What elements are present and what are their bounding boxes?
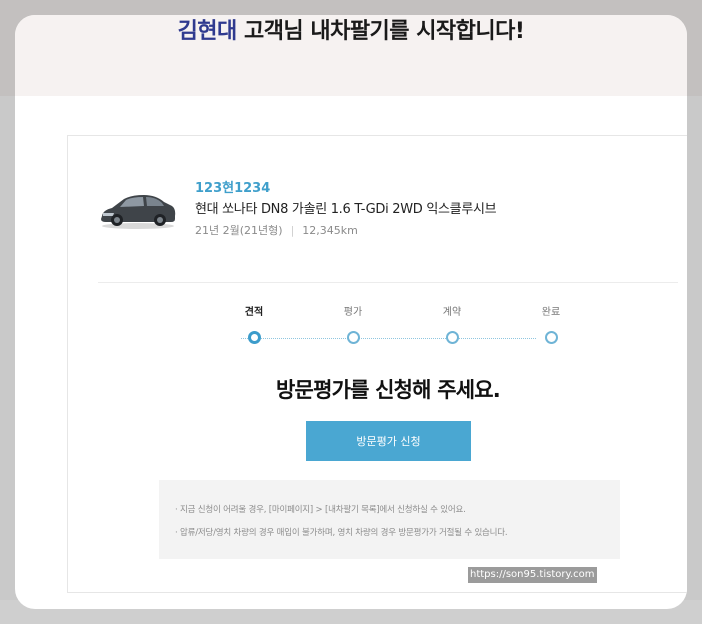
progress-steps: 견적 평가 계약 완료 (68, 306, 687, 346)
sell-car-panel: 123현1234 현대 쏘나타 DN8 가솔린 1.6 T-GDi 2WD 익스… (67, 135, 687, 593)
notice-line: · 지금 신청이 어려울 경우, [마이페이지] > [내차팔기 목록]에서 신… (175, 505, 466, 515)
vehicle-mileage: 12,345km (302, 224, 358, 237)
meta-separator: | (290, 224, 295, 237)
vehicle-year: 21년 2월(21년형) (195, 224, 283, 237)
hero-title: 김현대 고객님 내차팔기를 시작합니다! (15, 15, 687, 45)
steps-connector-line (241, 338, 536, 339)
step-contract: 계약 (422, 306, 482, 344)
step-evaluation: 평가 (323, 306, 383, 344)
step-label: 완료 (541, 307, 561, 318)
step-label: 견적 (244, 307, 264, 318)
notice-line: · 압류/저당/영치 차량의 경우 매입이 불가하며, 영치 차량의 경우 방문… (175, 528, 508, 538)
vehicle-plate: 123현1234 (195, 181, 271, 196)
divider (98, 282, 678, 283)
step-dot-icon (247, 331, 261, 344)
step-label: 계약 (442, 307, 462, 318)
step-complete: 완료 (521, 306, 581, 344)
hero-title-text: 고객님 내차팔기를 시작합니다! (236, 19, 525, 44)
apply-visit-evaluation-button[interactable]: 방문평가 신청 (306, 421, 471, 461)
step-dot-icon (346, 331, 360, 344)
notice-box: · 지금 신청이 어려울 경우, [마이페이지] > [내차팔기 목록]에서 신… (159, 480, 620, 559)
step-dot-icon (445, 331, 459, 344)
step-dot-icon (544, 331, 558, 344)
step-estimate: 견적 (224, 306, 284, 344)
vehicle-meta: 21년 2월(21년형) | 12,345km (195, 222, 358, 238)
hero-banner: 김현대 고객님 내차팔기를 시작합니다! (15, 15, 687, 96)
car-image-icon (101, 195, 176, 229)
vehicle-model: 현대 쏘나타 DN8 가솔린 1.6 T-GDi 2WD 익스클루시브 (195, 202, 497, 217)
modal-card: 김현대 고객님 내차팔기를 시작합니다! 123현1234 현대 쏘나타 DN8… (15, 15, 687, 609)
step-label: 평가 (343, 307, 363, 318)
customer-name: 김현대 (177, 19, 238, 44)
watermark: https://son95.tistory.com (468, 567, 597, 583)
page-headline: 방문평가를 신청해 주세요. (276, 378, 501, 402)
